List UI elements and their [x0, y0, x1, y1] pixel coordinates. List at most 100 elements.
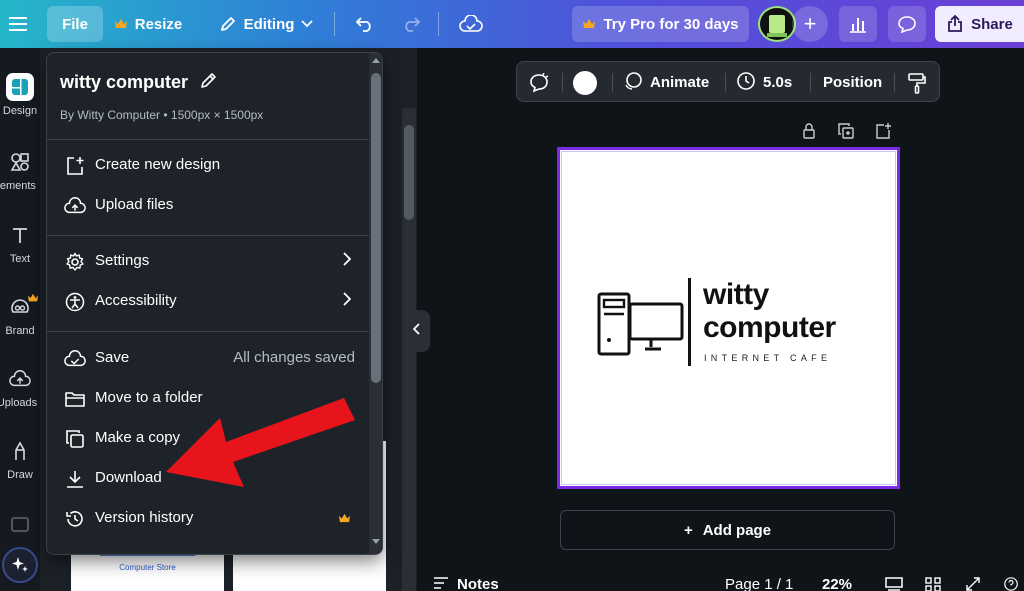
design-meta: By Witty Computer • 1500px × 1500px	[60, 108, 264, 122]
menu-item-label: Move to a folder	[95, 389, 203, 406]
rail-item-design[interactable]: Design	[0, 73, 40, 117]
save-status: All changes saved	[233, 349, 355, 366]
collapse-panel-button[interactable]	[404, 310, 430, 352]
menu-item-settings[interactable]: Settings	[47, 241, 369, 281]
magic-sparkle-icon[interactable]	[2, 547, 38, 583]
duplicate-page-icon[interactable]	[837, 122, 855, 140]
cloud-save-icon[interactable]	[455, 6, 487, 42]
crown-icon	[338, 511, 351, 528]
accessibility-icon	[64, 291, 86, 313]
rail-label: Draw	[7, 469, 33, 481]
position-button[interactable]: Position	[823, 62, 882, 103]
toolbar-divider	[725, 73, 726, 92]
rail-item-more[interactable]	[0, 510, 40, 542]
file-menu: witty computer By Witty Computer • 1500p…	[46, 52, 383, 555]
edit-effects-icon[interactable]	[528, 62, 550, 103]
download-icon	[64, 468, 86, 490]
menu-item-download[interactable]: Download	[47, 458, 369, 498]
rail-item-brand[interactable]: Brand	[0, 293, 40, 337]
toolbar-divider	[810, 73, 811, 92]
menu-item-make-a-copy[interactable]: Make a copy	[47, 418, 369, 458]
position-label: Position	[823, 74, 883, 91]
thumbnail-caption: Computer Store	[119, 563, 176, 572]
rail-label: Brand	[5, 325, 35, 337]
crown-icon	[27, 293, 39, 306]
page-indicator[interactable]: Page 1 / 1	[725, 576, 793, 591]
toolbar-divider	[612, 73, 613, 92]
design-title[interactable]: witty computer	[60, 71, 218, 94]
lock-icon[interactable]	[800, 122, 818, 140]
menu-divider	[47, 139, 369, 140]
timing-button[interactable]: 5.0s	[736, 62, 792, 103]
page-view-icon[interactable]	[885, 577, 903, 591]
resize-label: Resize	[134, 15, 183, 33]
crown-icon	[582, 18, 596, 30]
folder-icon	[64, 388, 86, 410]
notes-button[interactable]: Notes	[433, 576, 499, 591]
paint-roller-icon[interactable]	[907, 62, 927, 103]
undo-icon[interactable]	[349, 6, 381, 42]
help-icon[interactable]	[1002, 577, 1020, 591]
rail-item-elements[interactable]: Elements	[0, 148, 40, 192]
cloud-check-icon	[64, 348, 86, 370]
menu-item-upload-files[interactable]: Upload files	[47, 185, 369, 225]
share-button[interactable]: Share	[935, 6, 1024, 42]
menu-item-label: Download	[95, 469, 162, 486]
menu-item-version-history[interactable]: Version history	[47, 498, 369, 538]
grid-view-icon[interactable]	[925, 577, 943, 591]
menu-item-save[interactable]: Save All changes saved	[47, 338, 369, 378]
scroll-up-icon[interactable]	[372, 58, 380, 63]
menu-item-label: Version history	[95, 509, 194, 526]
clock-icon	[736, 71, 756, 95]
left-rail: Design Elements Text Brand Uploads Draw	[0, 48, 40, 591]
panel-scrollbar-thumb[interactable]	[404, 125, 414, 220]
text-icon	[6, 221, 34, 249]
share-label: Share	[971, 15, 1013, 33]
menu-icon[interactable]	[4, 6, 32, 42]
animate-icon	[623, 71, 643, 95]
try-pro-button[interactable]: Try Pro for 30 days	[572, 6, 749, 42]
scroll-down-icon[interactable]	[372, 539, 380, 544]
file-menu-label: File	[62, 15, 88, 33]
pencil-icon[interactable]	[200, 71, 218, 94]
logo-divider	[688, 278, 691, 366]
add-page-button[interactable]: + Add page	[560, 510, 895, 550]
rail-item-draw[interactable]: Draw	[0, 437, 40, 481]
background-color-button[interactable]	[573, 62, 597, 103]
rail-item-uploads[interactable]: Uploads	[0, 365, 40, 409]
uploads-icon	[6, 365, 34, 393]
avatar[interactable]	[758, 6, 796, 42]
toolbar-divider	[562, 73, 563, 92]
add-page-icon[interactable]	[874, 122, 892, 140]
menu-item-accessibility[interactable]: Accessibility	[47, 281, 369, 321]
menu-item-label: Accessibility	[95, 292, 177, 309]
menu-item-create-new-design[interactable]: Create new design	[47, 145, 369, 185]
animate-button[interactable]: Animate	[623, 62, 709, 103]
redo-icon[interactable]	[395, 6, 427, 42]
menu-item-label: Upload files	[95, 196, 174, 213]
menu-divider	[47, 331, 369, 332]
resize-button[interactable]: Resize	[112, 6, 184, 42]
menu-item-label: Make a copy	[95, 429, 181, 446]
history-icon	[64, 508, 86, 530]
file-menu-button[interactable]: File	[47, 6, 103, 42]
menu-item-label: Save	[95, 349, 130, 366]
insights-icon[interactable]	[839, 6, 877, 42]
menu-scrollbar-thumb[interactable]	[371, 73, 381, 383]
notes-icon	[433, 576, 449, 591]
fullscreen-icon[interactable]	[965, 577, 983, 591]
menu-divider	[47, 235, 369, 236]
cloud-upload-icon	[64, 195, 86, 217]
add-collaborator-button[interactable]: +	[792, 6, 828, 42]
pencil-icon	[219, 15, 237, 33]
gear-icon	[64, 251, 86, 273]
design-title-text: witty computer	[60, 72, 189, 92]
copy-icon	[64, 428, 86, 450]
editing-mode-button[interactable]: Editing	[212, 6, 320, 42]
comment-icon[interactable]	[888, 6, 926, 42]
page-tools	[800, 122, 892, 140]
plus-square-icon	[64, 155, 86, 177]
zoom-level[interactable]: 22%	[822, 576, 852, 591]
rail-item-text[interactable]: Text	[0, 221, 40, 265]
menu-item-move-to-folder[interactable]: Move to a folder	[47, 378, 369, 418]
